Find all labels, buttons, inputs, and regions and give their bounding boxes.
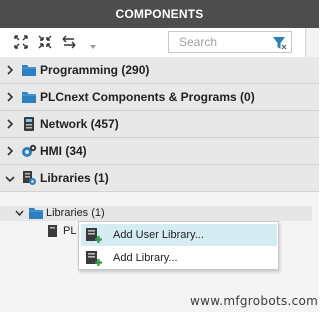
category-programming[interactable]: Programming (290) bbox=[0, 57, 319, 84]
swap-icon[interactable] bbox=[60, 33, 78, 51]
network-icon bbox=[21, 116, 37, 132]
search-input[interactable] bbox=[171, 33, 261, 51]
category-label: Libraries (1) bbox=[40, 171, 109, 185]
add-library-icon bbox=[85, 227, 103, 244]
menu-item-add-library[interactable]: Add Library... bbox=[81, 247, 277, 269]
chevron-right-icon[interactable] bbox=[6, 146, 14, 156]
menu-item-label: Add User Library... bbox=[113, 229, 204, 241]
menu-item-add-user-library[interactable]: Add User Library... bbox=[81, 224, 277, 246]
hmi-icon bbox=[21, 143, 37, 159]
components-panel: COMPONENTS Search Programming (290) PLCn… bbox=[0, 0, 319, 312]
chevron-down-icon[interactable] bbox=[5, 175, 15, 185]
library-icon bbox=[46, 224, 59, 238]
filter-icon[interactable] bbox=[271, 35, 287, 51]
category-network[interactable]: Network (457) bbox=[0, 111, 319, 138]
menu-item-label: Add Library... bbox=[113, 252, 178, 264]
tree-node-label: Libraries (1) bbox=[46, 207, 105, 219]
category-label: Network (457) bbox=[40, 117, 119, 131]
collapse-all-icon[interactable] bbox=[36, 33, 54, 51]
chevron-down-icon[interactable] bbox=[15, 209, 24, 217]
expand-all-icon[interactable] bbox=[12, 33, 30, 51]
context-menu: Add User Library... Add Library... bbox=[78, 221, 279, 270]
libraries-icon bbox=[21, 170, 37, 186]
folder-icon bbox=[21, 89, 37, 105]
category-hmi[interactable]: HMI (34) bbox=[0, 138, 319, 165]
chevron-right-icon[interactable] bbox=[6, 92, 14, 102]
tree-node-label: PL bbox=[63, 225, 77, 237]
category-label: PLCnext Components & Programs (0) bbox=[40, 90, 255, 104]
chevron-right-icon[interactable] bbox=[6, 119, 14, 129]
search-box[interactable] bbox=[168, 31, 292, 53]
category-label: Programming (290) bbox=[40, 63, 150, 77]
chevron-down-icon[interactable] bbox=[90, 45, 96, 49]
folder-icon bbox=[28, 206, 44, 221]
toolbar-edge bbox=[305, 28, 319, 58]
add-library-icon bbox=[85, 250, 103, 267]
watermark-text: www.mfgrobots.com bbox=[190, 294, 319, 308]
toolbar bbox=[0, 28, 319, 58]
panel-title: COMPONENTS bbox=[0, 0, 319, 28]
folder-icon bbox=[21, 62, 37, 78]
category-plcnext-components[interactable]: PLCnext Components & Programs (0) bbox=[0, 84, 319, 111]
tree-node-libraries[interactable]: Libraries (1) bbox=[0, 206, 312, 221]
category-libraries[interactable]: Libraries (1) bbox=[0, 165, 319, 192]
category-label: HMI (34) bbox=[40, 144, 87, 158]
chevron-right-icon[interactable] bbox=[6, 65, 14, 75]
